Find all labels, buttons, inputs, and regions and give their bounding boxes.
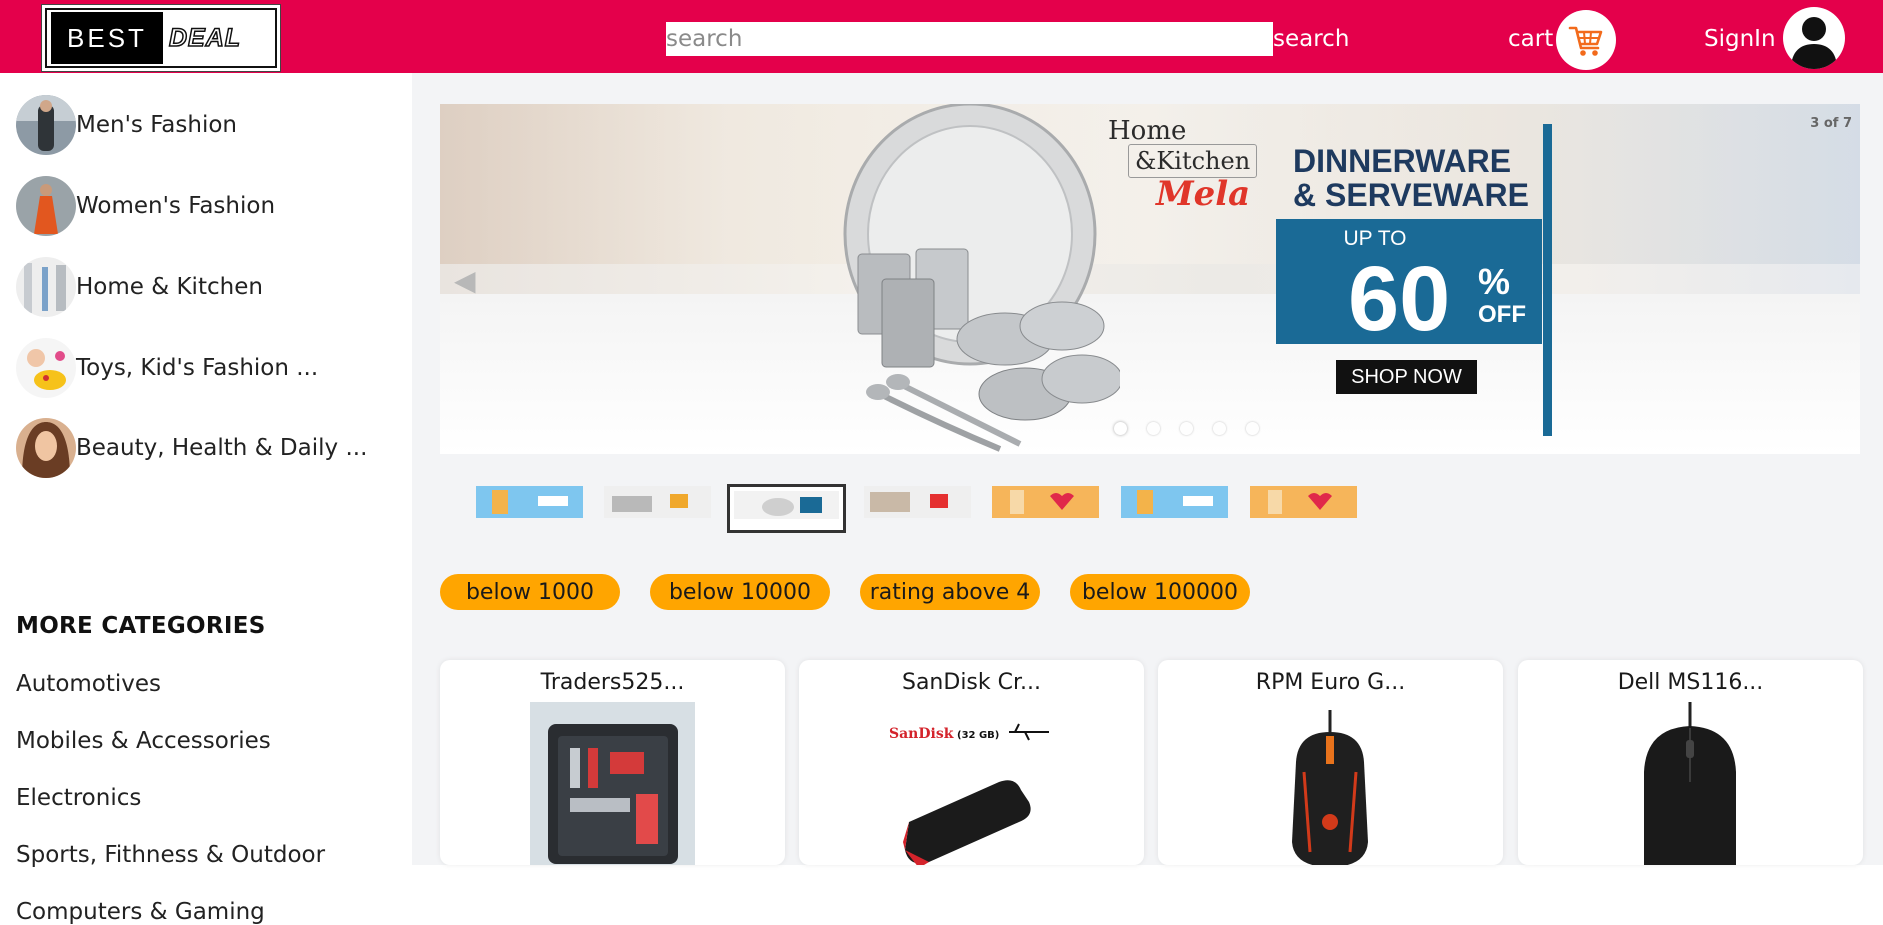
filter-rating-above-4[interactable]: rating above 4 (860, 574, 1040, 610)
thumbnail-4[interactable] (864, 486, 971, 518)
product-card[interactable]: Dell MS116... (1518, 660, 1863, 865)
product-title: Dell MS116... (1617, 670, 1764, 695)
dinnerware-illustration (843, 104, 1120, 452)
thumbnail-7[interactable] (1250, 486, 1357, 518)
hero-carousel[interactable]: Home &Kitchen Mela DINNERWARE & SERVEWAR… (440, 104, 1860, 454)
mens-fashion-thumb-icon (16, 95, 76, 155)
more-item-mobiles[interactable]: Mobiles & Accessories (16, 728, 271, 754)
cart-icon[interactable] (1556, 10, 1616, 70)
promo-heading-line1: DINNERWARE (1293, 143, 1512, 179)
sidebar-item-toys[interactable]: Toys, Kid's Fashion ... (16, 338, 318, 398)
more-item-electronics[interactable]: Electronics (16, 785, 141, 811)
search-button[interactable]: search (1273, 26, 1349, 52)
home-kitchen-thumb-icon (16, 257, 76, 317)
user-avatar-icon[interactable] (1783, 7, 1845, 69)
brand-mela-text: Mela (1156, 174, 1251, 214)
promo-heading: DINNERWARE & SERVEWARE (1293, 144, 1529, 212)
slide-counter: 3 of 7 (1810, 116, 1852, 131)
thumbnail-2[interactable] (604, 486, 711, 518)
toys-thumb-icon (16, 338, 76, 398)
more-item-automotives[interactable]: Automotives (16, 671, 161, 697)
product-title: SanDisk Cr... (901, 670, 1041, 695)
womens-fashion-thumb-icon (16, 176, 76, 236)
logo-deal-text: DEAL (168, 23, 242, 53)
thumbnail-1[interactable] (476, 486, 583, 518)
promo-heading-line2: & SERVEWARE (1293, 177, 1529, 213)
carousel-dot-2[interactable] (1147, 422, 1160, 435)
promo-percent-sign: % (1478, 261, 1511, 302)
promo-divider (1543, 124, 1552, 436)
brand-kitchen-text: &Kitchen (1128, 144, 1258, 178)
carousel-dot-4[interactable] (1213, 422, 1226, 435)
sidebar-item-mens-fashion[interactable]: Men's Fashion (16, 95, 237, 155)
prev-slide-icon[interactable]: ◀ (454, 264, 476, 297)
sidebar-item-home-kitchen[interactable]: Home & Kitchen (16, 257, 263, 317)
carousel-dots (1114, 422, 1259, 435)
cart-label[interactable]: cart (1508, 26, 1553, 52)
beauty-thumb-icon (16, 418, 76, 478)
signin-label[interactable]: SignIn (1704, 26, 1776, 52)
usb-capacity-text: (32 GB) (957, 730, 999, 741)
office-mouse-image-icon (1608, 702, 1773, 865)
gaming-mouse-image-icon (1248, 702, 1413, 865)
more-item-computers[interactable]: Computers & Gaming (16, 899, 265, 925)
search-input[interactable] (666, 22, 1273, 56)
carousel-dot-5[interactable] (1246, 422, 1259, 435)
logo[interactable]: BEST DEAL (41, 4, 281, 72)
product-card[interactable]: SanDisk Cr... SanDisk (32 GB) (799, 660, 1144, 865)
thumbnail-3[interactable] (727, 484, 846, 533)
sidebar-item-label: Beauty, Health & Daily ... (76, 435, 368, 461)
sidebar-item-womens-fashion[interactable]: Women's Fashion (16, 176, 275, 236)
top-header: BEST DEAL search cart SignIn (0, 0, 1883, 73)
usb-drive-image-icon: SanDisk (32 GB) (889, 702, 1054, 865)
promo-discount-box: UP TO 60 % OFF (1276, 219, 1542, 350)
thumbnail-5[interactable] (992, 486, 1099, 518)
product-card[interactable]: Traders525... (440, 660, 785, 865)
brand-home-text: Home (1108, 116, 1187, 146)
promo-percent: 60 (1348, 248, 1451, 350)
promo-off: OFF (1478, 301, 1526, 328)
more-categories-heading: MORE CATEGORIES (16, 613, 266, 639)
carousel-dot-3[interactable] (1180, 422, 1193, 435)
shop-now-button[interactable]: SHOP NOW (1336, 360, 1477, 394)
carousel-dot-1[interactable] (1114, 422, 1127, 435)
sidebar-item-label: Women's Fashion (76, 193, 276, 219)
thumbnail-6[interactable] (1121, 486, 1228, 518)
product-card[interactable]: RPM Euro G... (1158, 660, 1503, 865)
sidebar-item-label: Toys, Kid's Fashion ... (76, 355, 319, 381)
tool-kit-image-icon (530, 702, 695, 865)
filter-below-10000[interactable]: below 10000 (650, 574, 830, 610)
sidebar-item-beauty[interactable]: Beauty, Health & Daily ... (16, 418, 367, 478)
logo-frame: BEST DEAL (45, 8, 277, 68)
filter-below-100000[interactable]: below 100000 (1070, 574, 1250, 610)
product-title: RPM Euro G... (1255, 670, 1406, 695)
usb-brand-text: SanDisk (889, 726, 954, 742)
logo-best-text: BEST (51, 12, 163, 64)
more-item-sports[interactable]: Sports, Fithness & Outdoor (16, 842, 325, 868)
category-sidebar: Men's Fashion Women's Fashion Home & Kit… (0, 73, 412, 925)
filter-below-1000[interactable]: below 1000 (440, 574, 620, 610)
brand-mark: Home &Kitchen Mela (1108, 116, 1276, 226)
product-title: Traders525... (540, 670, 685, 695)
sidebar-item-label: Home & Kitchen (76, 274, 263, 300)
sidebar-item-label: Men's Fashion (76, 112, 237, 138)
